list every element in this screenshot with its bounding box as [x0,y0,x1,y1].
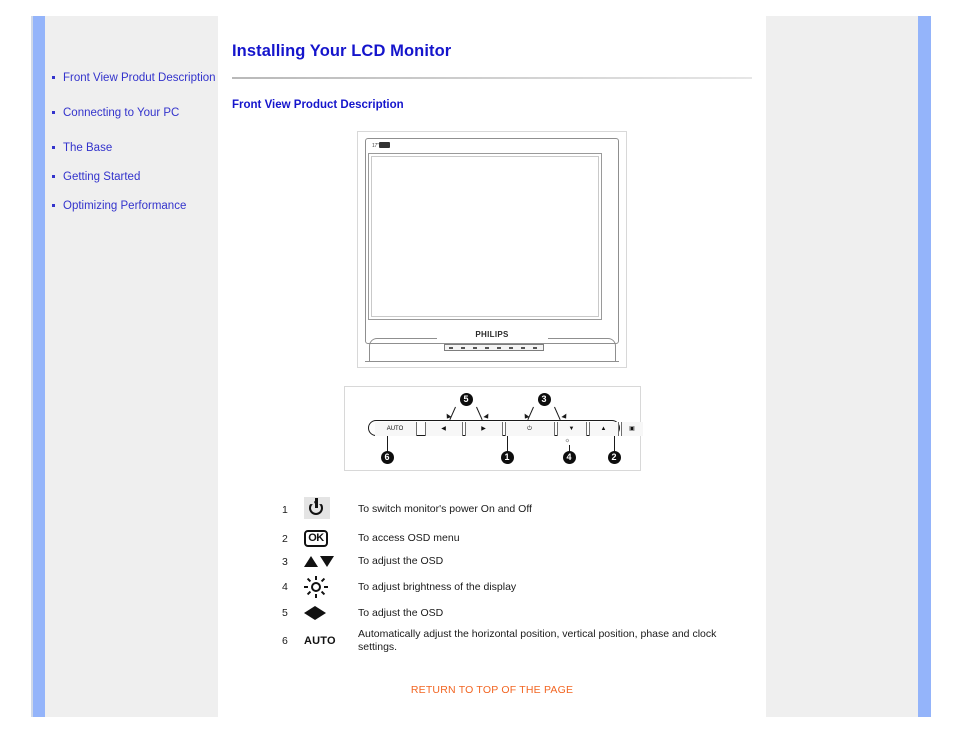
section-heading: Front View Product Description [232,99,404,111]
bullet-icon [52,146,55,149]
page-root: Front View Produt Description Connecting… [0,0,954,738]
legend-description: To switch monitor's power On and Off [358,503,532,515]
down-arrow-icon [320,556,334,568]
sidebar-item-label: Getting Started [63,171,141,183]
monitor-foot-left [369,338,437,362]
auto-icon: AUTO [304,635,336,647]
bullet-icon [52,111,55,114]
panel-up-button[interactable]: ▲ [588,422,619,436]
callout-badge-5: 5 [459,393,473,406]
sidebar-item-the-base[interactable]: The Base [45,141,218,155]
legend-row: 1 To switch monitor's power On and Off [282,493,722,526]
legend-number: 4 [282,581,288,593]
sidebar-item-label: Connecting to Your PC [63,107,180,119]
sidebar: Front View Produt Description Connecting… [45,16,218,717]
callout-badge-6: 6 [380,451,394,464]
legend-row: 5 To adjust the OSD [282,602,722,624]
return-to-top-link[interactable]: RETURN TO TOP OF THE PAGE [411,684,573,696]
monitor-screen [368,153,602,320]
legend-row: 4 To adjust brightness of the display [282,572,722,602]
brightness-icon [304,576,328,598]
callout-badge-1: 1 [500,451,514,464]
bullet-icon [52,76,55,79]
monitor-size-mark: 17" [372,142,398,149]
monitor-button-strip [444,344,544,351]
sidebar-item-connecting-pc[interactable]: Connecting to Your PC [45,106,218,120]
bullet-icon [52,175,55,178]
footer: RETURN TO TOP OF THE PAGE [232,680,752,698]
control-panel-figure: 5 3 AUTO ◀ ▶ ⏻ ▼ ▲ ▣ 6 1 ☼ 4 2 [343,386,643,471]
legend-icon-cell [304,572,358,602]
legend-description: To adjust the OSD [358,606,444,619]
up-arrow-icon [304,556,318,568]
left-rail-shadow [31,16,33,717]
legend-row: 3 To adjust the OSD [282,551,722,572]
left-arrow-icon [304,606,315,620]
legend-icon-cell: AUTO [304,624,358,658]
panel-power-button[interactable]: ⏻ [504,422,555,436]
ok-icon: OK [304,530,328,547]
main-content: Installing Your LCD Monitor Front View P… [218,16,766,717]
legend-description: To adjust the OSD [358,555,444,567]
sidebar-item-front-view[interactable]: Front View Produt Description [45,71,218,85]
right-blue-rail [918,16,931,717]
right-gutter [766,16,918,717]
callout-badge-3: 3 [537,393,551,406]
sidebar-item-optimizing-performance[interactable]: Optimizing Performance [45,199,218,213]
panel-down-button[interactable]: ▼ [556,422,587,436]
monitor-foot-right [548,338,616,362]
power-icon [304,497,330,519]
legend-description: Automatically adjust the horizontal posi… [358,628,717,653]
sidebar-item-label: Optimizing Performance [63,200,187,212]
right-arrow-icon [315,606,326,620]
monitor-base-line [365,361,619,362]
monitor-size-label: 17" [372,143,379,149]
legend-icon-cell [304,493,358,526]
legend-description: To access OSD menu [358,532,460,544]
legend-row: 2 OK To access OSD menu [282,526,722,551]
sidebar-item-label: The Base [63,142,113,154]
control-legend-table: 1 To switch monitor's power On and Off 2… [282,493,722,658]
sidebar-item-getting-started[interactable]: Getting Started [45,170,218,184]
monitor-screen-inner [371,156,599,317]
legend-number: 1 [282,503,288,516]
legend-icon-cell: OK [304,526,358,551]
callout-badge-4: 4 [562,451,576,464]
monitor-logo-block-icon [379,142,391,148]
sidebar-item-label: Front View Produt Description [63,72,216,84]
panel-auto-button[interactable]: AUTO [374,422,417,436]
callout-badge-2: 2 [607,451,621,464]
legend-icon-cell [304,602,358,624]
left-blue-rail [33,16,45,717]
legend-description: To adjust brightness of the display [358,580,517,593]
legend-icon-cell [304,551,358,572]
panel-right-button[interactable]: ▶ [464,422,503,436]
sidebar-nav: Front View Produt Description Connecting… [45,71,218,228]
monitor-front-view-figure: 17" PHILIPS [357,131,627,368]
panel-left-button[interactable]: ◀ [424,422,463,436]
control-panel-bar: AUTO ◀ ▶ ⏻ ▼ ▲ ▣ [367,420,643,436]
legend-number: 2 [282,532,288,545]
legend-row: 6 AUTO Automatically adjust the horizont… [282,624,722,658]
page-title: Installing Your LCD Monitor [232,42,452,60]
legend-number: 3 [282,555,288,568]
legend-number: 5 [282,607,288,619]
brightness-mark-icon: ☼ [564,438,571,444]
bullet-icon [52,204,55,207]
legend-number: 6 [282,635,288,647]
panel-ok-button[interactable]: ▣ [620,422,643,436]
